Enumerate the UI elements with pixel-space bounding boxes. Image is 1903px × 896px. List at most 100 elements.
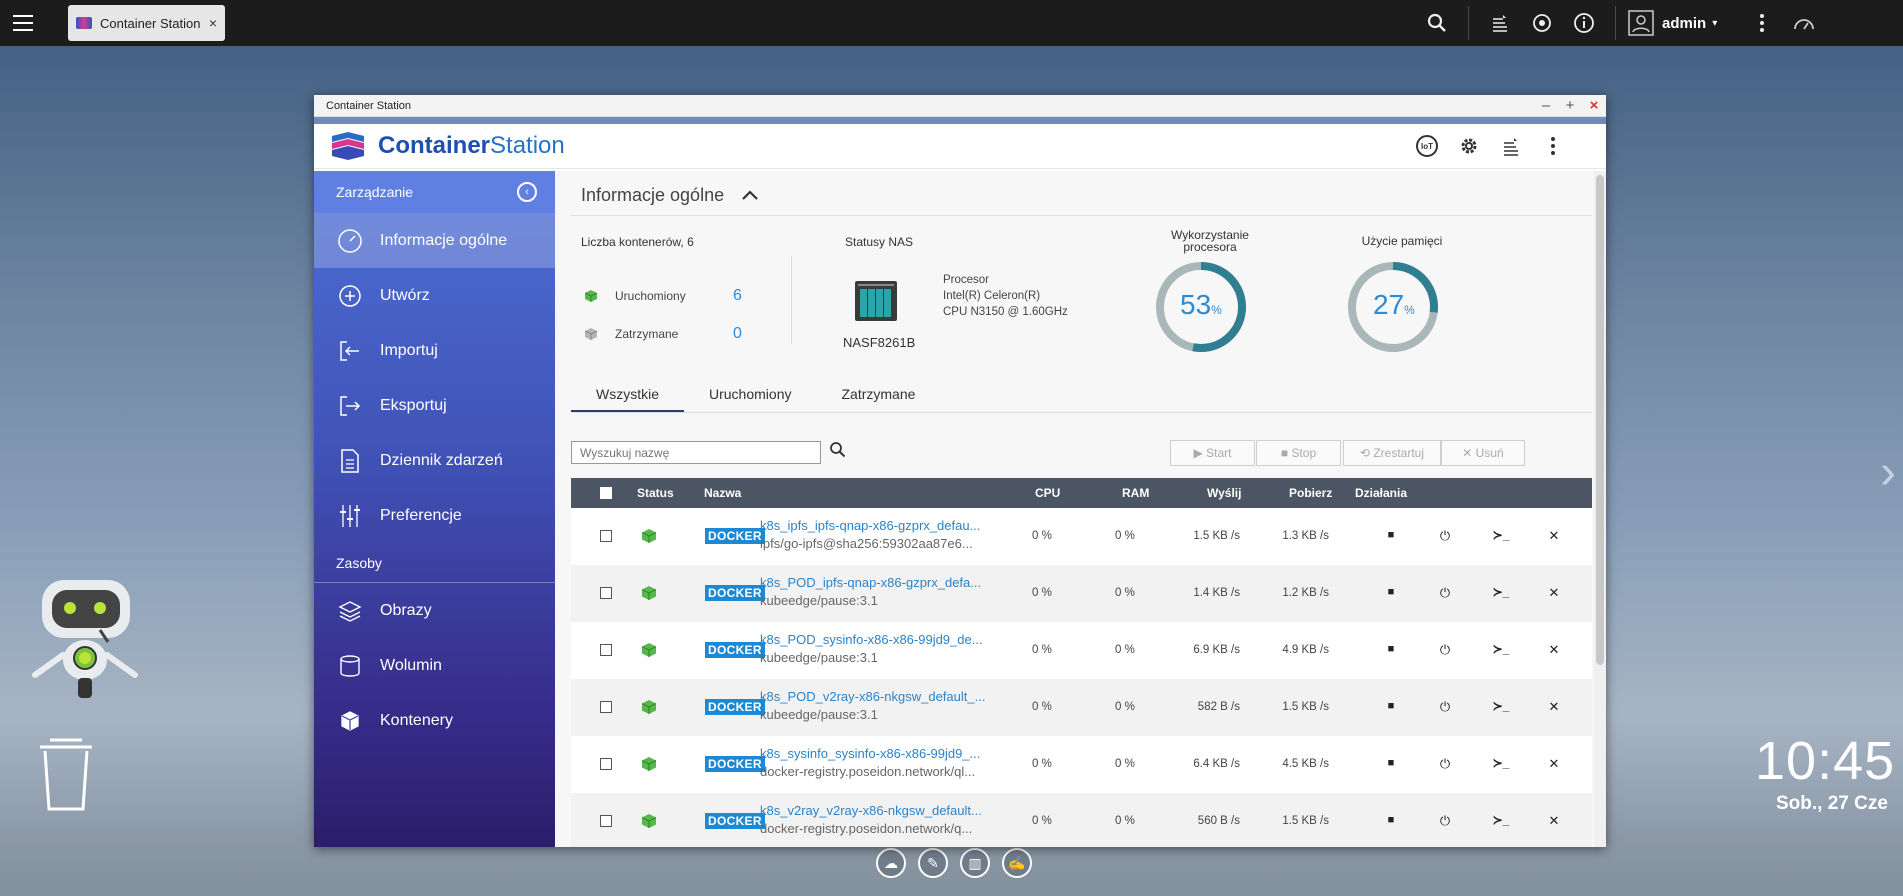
container-name-link[interactable]: k8s_sysinfo_sysinfo-x86-x86-99jd9_... <box>760 746 980 761</box>
stop-action-icon[interactable]: ■ <box>1381 700 1401 712</box>
sidebar-item-create[interactable]: Utwórz <box>314 268 555 323</box>
search-input[interactable] <box>571 441 821 464</box>
scrollbar[interactable] <box>1594 171 1606 847</box>
remove-action-icon[interactable]: ✕ <box>1544 585 1564 601</box>
col-ram[interactable]: RAM <box>1122 486 1149 500</box>
book-icon[interactable]: ▥ <box>960 848 990 878</box>
console-action-icon[interactable]: ≻_ <box>1489 699 1513 713</box>
notes-icon[interactable]: ✍ <box>1002 848 1032 878</box>
console-action-icon[interactable]: ≻_ <box>1489 528 1513 542</box>
tasks-icon[interactable] <box>1490 125 1532 167</box>
col-cpu[interactable]: CPU <box>1035 486 1060 500</box>
remove-action-icon[interactable]: ✕ <box>1544 813 1564 829</box>
restart-action-icon[interactable]: ⏻ <box>1435 528 1455 544</box>
minimize-button[interactable]: – <box>1534 97 1558 114</box>
container-name-link[interactable]: k8s_ipfs_ipfs-qnap-x86-gzprx_defau... <box>760 518 980 533</box>
row-checkbox[interactable] <box>600 815 612 827</box>
stopped-stat[interactable]: Zatrzymane 0 <box>585 325 742 343</box>
chevron-right-icon[interactable]: › <box>1880 445 1896 500</box>
sidebar-item-images[interactable]: Obrazy <box>314 583 555 638</box>
sidebar-item-preferences[interactable]: Preferencje <box>314 488 555 543</box>
settings-gear-icon[interactable] <box>1448 125 1490 167</box>
row-checkbox[interactable] <box>600 758 612 770</box>
start-button[interactable]: ▶ Start <box>1170 440 1255 466</box>
collapse-sidebar-icon[interactable]: ‹ <box>517 182 537 202</box>
container-name-link[interactable]: k8s_POD_ipfs-qnap-x86-gzprx_defa... <box>760 575 981 590</box>
sidebar-item-event-log[interactable]: Dziennik zdarzeń <box>314 433 555 488</box>
recycle-bin-icon[interactable] <box>36 735 96 815</box>
remove-action-icon[interactable]: ✕ <box>1544 756 1564 772</box>
stop-button[interactable]: ■ Stop <box>1256 440 1341 466</box>
remove-action-icon[interactable]: ✕ <box>1544 642 1564 658</box>
taskbar-tab-close-button[interactable]: × <box>209 15 217 31</box>
tools-icon[interactable]: ✎ <box>918 848 948 878</box>
table-row[interactable]: DOCKER k8s_POD_v2ray-x86-nkgsw_default_..… <box>571 679 1592 736</box>
col-send[interactable]: Wyślij <box>1207 486 1241 500</box>
sidebar-item-overview[interactable]: Informacje ogólne <box>314 213 555 268</box>
table-row[interactable]: DOCKER k8s_sysinfo_sysinfo-x86-x86-99jd9_… <box>571 736 1592 793</box>
row-checkbox[interactable] <box>600 644 612 656</box>
container-name-link[interactable]: k8s_POD_v2ray-x86-nkgsw_default_... <box>760 689 985 704</box>
container-name-link[interactable]: k8s_v2ray_v2ray-x86-nkgsw_default... <box>760 803 982 818</box>
stop-action-icon[interactable]: ■ <box>1381 643 1401 655</box>
restart-action-icon[interactable]: ⏻ <box>1435 756 1455 772</box>
stop-action-icon[interactable]: ■ <box>1381 814 1401 826</box>
row-checkbox[interactable] <box>600 701 612 713</box>
stop-action-icon[interactable]: ■ <box>1381 586 1401 598</box>
tab-stopped[interactable]: Zatrzymane <box>816 381 940 412</box>
row-checkbox[interactable] <box>600 530 612 542</box>
console-action-icon[interactable]: ≻_ <box>1489 642 1513 656</box>
restart-action-icon[interactable]: ⏻ <box>1435 585 1455 601</box>
table-row[interactable]: DOCKER k8s_ipfs_ipfs-qnap-x86-gzprx_defau… <box>571 508 1592 565</box>
more-options-icon[interactable] <box>1741 0 1783 46</box>
background-tasks-icon[interactable] <box>1479 0 1521 46</box>
container-name-link[interactable]: k8s_POD_sysinfo-x86-x86-99jd9_de... <box>760 632 983 647</box>
sidebar-item-export[interactable]: Eksportuj <box>314 378 555 433</box>
col-name[interactable]: Nazwa <box>704 486 741 500</box>
row-checkbox[interactable] <box>600 587 612 599</box>
close-button[interactable]: × <box>1582 97 1606 114</box>
info-icon[interactable] <box>1563 0 1605 46</box>
user-name[interactable]: admin <box>1662 15 1706 32</box>
restart-button[interactable]: ⟲ Zrestartuj <box>1343 440 1441 466</box>
user-menu-caret-icon[interactable]: ▾ <box>1712 18 1717 29</box>
dashboard-gauge-icon[interactable] <box>1783 0 1825 46</box>
stop-action-icon[interactable]: ■ <box>1381 757 1401 769</box>
console-action-icon[interactable]: ≻_ <box>1489 585 1513 599</box>
tab-running[interactable]: Uruchomiony <box>684 381 816 412</box>
running-count[interactable]: 6 <box>733 287 742 305</box>
user-avatar-icon[interactable] <box>1626 0 1656 46</box>
search-icon[interactable] <box>829 441 846 463</box>
sidebar-item-containers[interactable]: Kontenery <box>314 693 555 748</box>
table-row[interactable]: DOCKER k8s_POD_sysinfo-x86-x86-99jd9_de..… <box>571 622 1592 679</box>
taskbar-app-tab[interactable]: Container Station × <box>68 5 225 41</box>
cloud-icon[interactable]: ☁ <box>876 848 906 878</box>
running-stat[interactable]: Uruchomiony 6 <box>585 287 742 305</box>
restart-action-icon[interactable]: ⏻ <box>1435 813 1455 829</box>
sidebar-item-volume[interactable]: Wolumin <box>314 638 555 693</box>
sync-icon[interactable] <box>1521 0 1563 46</box>
console-action-icon[interactable]: ≻_ <box>1489 756 1513 770</box>
console-action-icon[interactable]: ≻_ <box>1489 813 1513 827</box>
chevron-up-icon[interactable] <box>742 187 758 205</box>
remove-button[interactable]: ✕ Usuń <box>1441 440 1525 466</box>
col-status[interactable]: Status <box>637 486 674 500</box>
restart-action-icon[interactable]: ⏻ <box>1435 642 1455 658</box>
sidebar-item-import[interactable]: Importuj <box>314 323 555 378</box>
window-titlebar[interactable]: Container Station – + × <box>314 95 1606 117</box>
restart-action-icon[interactable]: ⏻ <box>1435 699 1455 715</box>
select-all-checkbox[interactable] <box>600 487 612 499</box>
tab-all[interactable]: Wszystkie <box>571 381 684 412</box>
remove-action-icon[interactable]: ✕ <box>1544 699 1564 715</box>
more-options-icon[interactable] <box>1532 125 1574 167</box>
table-row[interactable]: DOCKER k8s_v2ray_v2ray-x86-nkgsw_default.… <box>571 793 1592 847</box>
col-recv[interactable]: Pobierz <box>1289 486 1332 500</box>
table-row[interactable]: DOCKER k8s_POD_ipfs-qnap-x86-gzprx_defa..… <box>571 565 1592 622</box>
stop-action-icon[interactable]: ■ <box>1381 529 1401 541</box>
iot-button[interactable]: IoT <box>1406 125 1448 167</box>
main-menu-button[interactable] <box>0 0 46 46</box>
maximize-button[interactable]: + <box>1558 97 1582 114</box>
stopped-count[interactable]: 0 <box>733 325 742 343</box>
scrollbar-thumb[interactable] <box>1596 175 1604 665</box>
assistant-robot-icon[interactable] <box>28 575 143 705</box>
